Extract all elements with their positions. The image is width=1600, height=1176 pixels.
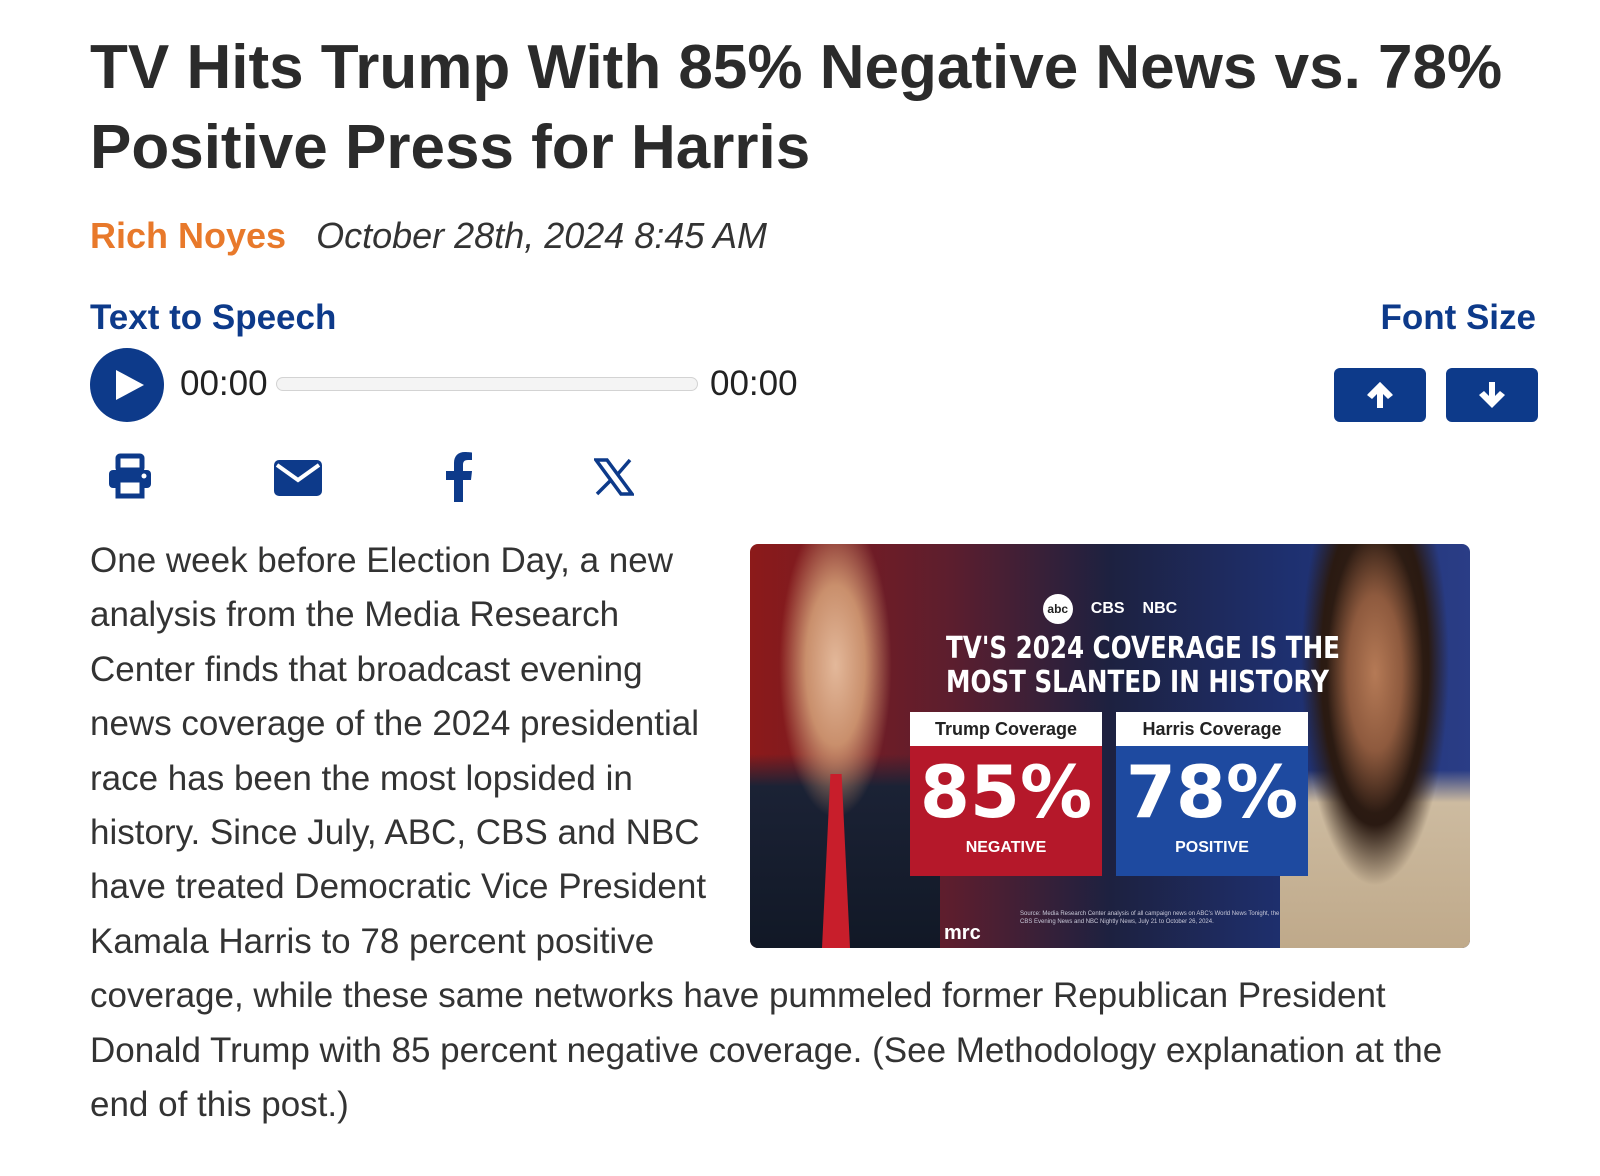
font-size-decrease-button[interactable]: [1446, 368, 1538, 422]
current-time: 00:00: [180, 364, 268, 403]
infographic-source: Source: Media Research Center analysis o…: [1020, 911, 1280, 925]
coverage-infographic: abc CBS NBC TV'S 2024 COVERAGE IS THE MO…: [750, 544, 1470, 948]
arrow-down-icon: [1479, 382, 1505, 408]
infographic-headline: TV'S 2024 COVERAGE IS THE MOST SLANTED I…: [946, 631, 1340, 700]
audio-player: 00:00 00:00: [90, 348, 830, 422]
email-share-button[interactable]: [272, 452, 324, 512]
article-body: abc CBS NBC TV'S 2024 COVERAGE IS THE MO…: [90, 534, 1470, 1132]
byline: Rich Noyes October 28th, 2024 8:45 AM: [90, 214, 767, 258]
infographic-headline-line1: TV'S 2024 COVERAGE IS THE: [946, 631, 1340, 666]
trump-coverage-box: Trump Coverage 85% NEGATIVE: [910, 712, 1102, 876]
trump-coverage-caption: Trump Coverage: [910, 712, 1102, 746]
font-size-increase-button[interactable]: [1334, 368, 1426, 422]
publish-date: October 28th, 2024 8:45 AM: [316, 215, 768, 256]
harris-photo: [1280, 544, 1470, 948]
harris-coverage-label: POSITIVE: [1175, 839, 1249, 856]
author-link[interactable]: Rich Noyes: [90, 215, 286, 256]
print-button[interactable]: [106, 452, 154, 512]
x-icon: [594, 458, 634, 496]
network-logos: abc CBS NBC: [1020, 594, 1200, 624]
harris-coverage-value: 78%: [1125, 750, 1299, 834]
facebook-icon: [446, 452, 472, 502]
cbs-logo: CBS: [1090, 599, 1125, 617]
trump-coverage-value: 85%: [919, 750, 1093, 834]
text-to-speech-label: Text to Speech: [90, 298, 337, 337]
x-share-button[interactable]: [594, 452, 634, 512]
audio-progress-bar[interactable]: [276, 377, 698, 391]
play-icon: [116, 370, 144, 400]
duration-time: 00:00: [710, 364, 798, 403]
nbc-logo: NBC: [1142, 599, 1178, 617]
trump-coverage-label: NEGATIVE: [965, 839, 1047, 856]
play-button[interactable]: [90, 348, 164, 422]
facebook-share-button[interactable]: [444, 452, 474, 512]
mrc-logo: mrc: [944, 922, 981, 944]
abc-logo: abc: [1042, 594, 1073, 624]
font-size-label: Font Size: [1380, 298, 1536, 337]
print-icon: [109, 453, 151, 499]
infographic-headline-line2: MOST SLANTED IN HISTORY: [946, 665, 1329, 700]
article-title: TV Hits Trump With 85% Negative News vs.…: [90, 33, 1503, 182]
email-icon: [274, 460, 322, 496]
harris-coverage-caption: Harris Coverage: [1116, 712, 1308, 746]
arrow-up-icon: [1367, 382, 1393, 408]
harris-coverage-box: Harris Coverage 78% POSITIVE: [1116, 712, 1308, 876]
